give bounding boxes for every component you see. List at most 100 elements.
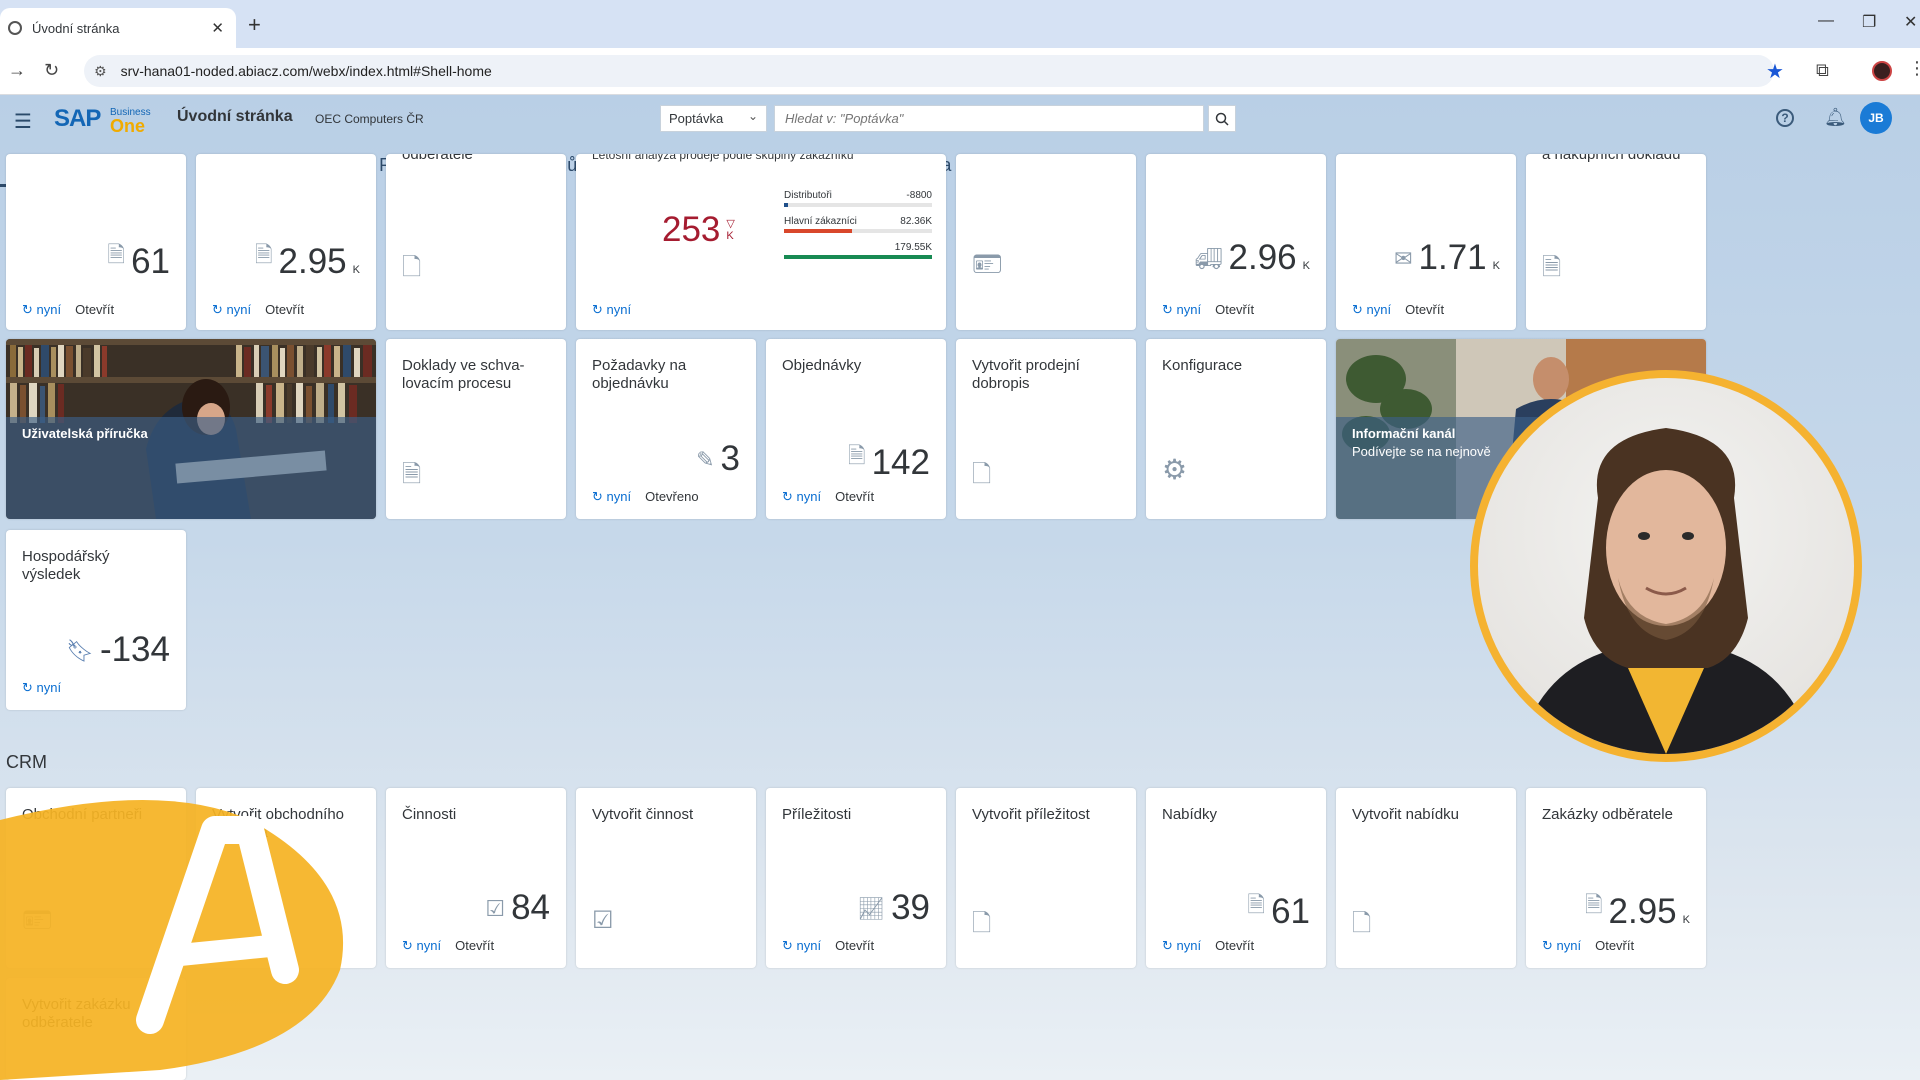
refresh-now[interactable]: nyní bbox=[1162, 938, 1202, 954]
tile-kpi: ✉︎ 1.71 K bbox=[1394, 238, 1500, 277]
extensions-icon[interactable]: ⧉ bbox=[1816, 60, 1829, 81]
tile-crm-opportunities[interactable]: Příležitosti 📈︎39 nyní Otevřít bbox=[766, 788, 946, 968]
tile-status: Otevřít bbox=[1405, 302, 1445, 317]
close-window-icon[interactable]: ✕ bbox=[1904, 12, 1917, 32]
tile-title: Vytvořit příležitost bbox=[972, 806, 1090, 823]
tile-title: Uživatelská příručka bbox=[22, 426, 148, 441]
tile-title: Informační kanál bbox=[1352, 426, 1456, 441]
help-icon[interactable]: ? bbox=[1776, 109, 1794, 127]
user-avatar[interactable]: JB bbox=[1860, 102, 1892, 134]
tile-row1-8[interactable]: a nákupních dokladů 🗎︎ bbox=[1526, 154, 1706, 330]
reload-icon[interactable]: ↻ bbox=[44, 60, 59, 81]
tile-crm-create-partner[interactable]: Vytvořit obchodního partnera bbox=[196, 788, 376, 968]
page-title[interactable]: Úvodní stránka bbox=[177, 108, 293, 126]
tile-status: Otevřeno bbox=[645, 489, 699, 504]
refresh-now[interactable]: nyní bbox=[1542, 938, 1582, 954]
tile-kpi: 📈︎ 39 bbox=[857, 888, 930, 927]
create-document-icon: 🗋︎ bbox=[972, 461, 992, 488]
refresh-now[interactable]: nyní bbox=[592, 302, 632, 318]
trend-down-icon: ▽ bbox=[726, 218, 735, 230]
minimize-icon[interactable]: — bbox=[1818, 12, 1834, 30]
shipping-truck-icon: 🚚︎ bbox=[1194, 246, 1223, 271]
tile-row1-6[interactable]: 🚚︎2.96K nyní Otevřít bbox=[1146, 154, 1326, 330]
contact-card-icon: 🪪︎ bbox=[22, 907, 53, 934]
refresh-now[interactable]: nyní bbox=[782, 938, 822, 954]
tile-title: Nabídky bbox=[1162, 806, 1218, 823]
search-icon bbox=[1215, 112, 1229, 126]
tile-orders[interactable]: Objednávky 🗎︎142 nyní Otevřít bbox=[766, 339, 946, 519]
chevron-down-icon: ⌄ bbox=[747, 109, 758, 123]
tile-create-credit-note[interactable]: Vytvořit prodejní dobropis 🗋︎ bbox=[956, 339, 1136, 519]
edit-document-icon: ✎ bbox=[696, 447, 715, 472]
notifications-bell-icon[interactable]: 🔔︎ bbox=[1824, 107, 1847, 128]
presenter-webcam bbox=[1470, 370, 1862, 762]
address-bar: → ↻ ⚙ srv-hana01-noded.abiacz.com/webx/i… bbox=[0, 48, 1920, 95]
section-title-crm: CRM bbox=[6, 752, 47, 772]
refresh-now[interactable]: nyní bbox=[1352, 302, 1392, 318]
tile-crm-business-partners[interactable]: Obchodní partneři 🪪︎ bbox=[6, 788, 186, 968]
browser-tab[interactable]: Úvodní stránka ✕ bbox=[0, 8, 236, 48]
shell-bar: ☰ SAP Business One Úvodní stránka OEC Comp… bbox=[0, 95, 1920, 143]
tile-crm-activities[interactable]: Činnosti ☑84 nyní Otevřít bbox=[386, 788, 566, 968]
tile-row1-3[interactable]: odběratele 🗋︎ bbox=[386, 154, 566, 330]
tile-crm-sales-orders[interactable]: Zakázky odběratele 🗎︎2.95K nyní Otevřít bbox=[1526, 788, 1706, 968]
search-scope-select[interactable]: Poptávka ⌄ bbox=[660, 105, 767, 132]
tile-title: a nákupních dokladů bbox=[1542, 154, 1681, 163]
bar-fill bbox=[784, 229, 853, 233]
tile-row1-2[interactable]: 🗎︎2.95K nyní Otevřít bbox=[196, 154, 376, 330]
bookmark-star-icon[interactable]: ★ bbox=[1766, 59, 1784, 84]
tile-user-manual[interactable]: Uživatelská příručka bbox=[6, 339, 376, 519]
tile-configuration[interactable]: Konfigurace ⚙ bbox=[1146, 339, 1326, 519]
refresh-now[interactable]: nyní bbox=[402, 938, 442, 954]
tile-status: Otevřít bbox=[1595, 938, 1635, 953]
tile-kpi: 253 ▽ K bbox=[662, 210, 735, 249]
tile-title: Vytvořit zakázku odběratele bbox=[22, 996, 131, 1031]
close-tab-icon[interactable]: ✕ bbox=[211, 19, 224, 37]
document-dollar-icon: 🗎︎ bbox=[1584, 892, 1603, 917]
bar-chart: Distributoři -8800 Hlavní zákazníci 82.36K… bbox=[784, 190, 932, 268]
tile-row1-5[interactable]: 🪪︎ bbox=[956, 154, 1136, 330]
refresh-now[interactable]: nyní bbox=[212, 302, 252, 318]
menu-icon[interactable]: ☰ bbox=[14, 109, 32, 134]
new-tab-icon[interactable]: + bbox=[248, 12, 261, 38]
tile-crm-quotations[interactable]: Nabídky 🗎︎61 nyní Otevřít bbox=[1146, 788, 1326, 968]
profile-avatar[interactable] bbox=[1872, 61, 1892, 81]
refresh-now[interactable]: nyní bbox=[22, 680, 62, 696]
search-input[interactable] bbox=[774, 105, 1204, 132]
sap-business-one-logo[interactable]: SAP Business One bbox=[54, 105, 154, 136]
tile-status: Otevřít bbox=[835, 489, 875, 504]
tile-kpi: 🔖︎ -134 bbox=[66, 630, 170, 669]
site-settings-icon[interactable]: ⚙ bbox=[94, 63, 107, 80]
refresh-now[interactable]: nyní bbox=[22, 302, 62, 318]
restore-icon[interactable]: ❐ bbox=[1862, 12, 1876, 32]
bookmark-icon: 🔖︎ bbox=[66, 638, 94, 663]
search-button[interactable] bbox=[1208, 105, 1236, 132]
refresh-now[interactable]: nyní bbox=[592, 489, 632, 505]
browser-menu-icon[interactable]: ⋮ bbox=[1908, 58, 1920, 79]
company-name: OEC Computers ČR bbox=[315, 112, 424, 126]
document-icon: 🗎︎ bbox=[1542, 254, 1562, 281]
tile-crm-create-activity[interactable]: Vytvořit činnost ☑ bbox=[576, 788, 756, 968]
tile-crm-create-quotation[interactable]: Vytvořit nabídku 🗋︎ bbox=[1336, 788, 1516, 968]
tile-purchase-requests[interactable]: Požadavky na objednávku ✎3 nyní Otevřeno bbox=[576, 339, 756, 519]
refresh-now[interactable]: nyní bbox=[1162, 302, 1202, 318]
open-envelope-icon: ✉︎ bbox=[1394, 246, 1413, 271]
tile-crm-create-sales-order[interactable]: Vytvořit zakázku odběratele bbox=[6, 978, 186, 1080]
url-text: srv-hana01-noded.abiacz.com/webx/index.h… bbox=[120, 63, 492, 79]
tile-title: Vytvořit obchodního partnera bbox=[212, 806, 345, 841]
refresh-now[interactable]: nyní bbox=[782, 489, 822, 505]
tile-sales-analysis[interactable]: Letošní analýza prodeje podle skupiny zá… bbox=[576, 154, 946, 330]
tile-title: Doklady ve schva-lovacím procesu bbox=[402, 357, 525, 392]
tile-profit-loss[interactable]: Hospodářský výsledek 🔖︎-134 nyní bbox=[6, 530, 186, 710]
tile-kpi: ✎ 3 bbox=[696, 439, 740, 478]
url-field[interactable]: ⚙ srv-hana01-noded.abiacz.com/webx/index… bbox=[84, 55, 1774, 87]
tile-approval-documents[interactable]: Doklady ve schva-lovacím procesu 🗎︎ bbox=[386, 339, 566, 519]
tile-row1-1[interactable]: 🗎︎61 nyní Otevřít bbox=[6, 154, 186, 330]
tile-title: Vytvořit prodejní dobropis bbox=[972, 357, 1080, 392]
browser-tabstrip: Úvodní stránka ✕ + — ❐ ✕ bbox=[0, 0, 1920, 48]
tile-crm-create-opportunity[interactable]: Vytvořit příležitost 🗋︎ bbox=[956, 788, 1136, 968]
create-document-icon: 🗋︎ bbox=[1352, 910, 1372, 937]
tile-kpi: ☑ 84 bbox=[485, 888, 550, 927]
tile-row1-7[interactable]: ✉︎1.71K nyní Otevřít bbox=[1336, 154, 1516, 330]
forward-icon[interactable]: → bbox=[8, 60, 26, 81]
